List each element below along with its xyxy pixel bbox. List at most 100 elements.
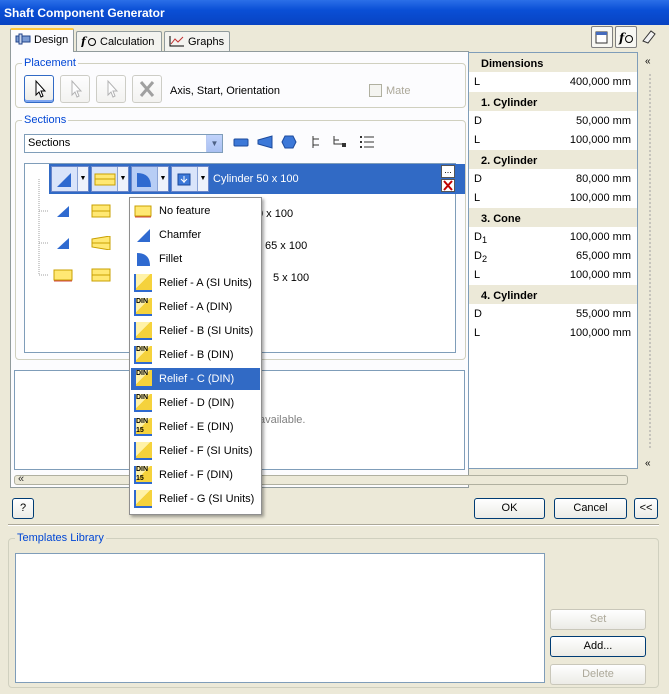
join-section-button[interactable] [330,134,348,152]
add-feature-icon [177,173,191,186]
tab-graphs[interactable]: Graphs [164,31,230,51]
cancel-button[interactable]: Cancel [554,498,627,519]
orientation-button[interactable] [96,75,126,103]
section-row-label: 65 x 100 [265,240,308,252]
menu-item-no-feature[interactable]: No feature [131,200,260,222]
collapse-button[interactable]: << [634,498,658,519]
templates-library-label: Templates Library [15,532,106,544]
section-row-selected[interactable]: ▼ ▼ ▼ ▼ Cylinder 50 x 100 ... [49,164,465,194]
menu-item-relief-b-si[interactable]: Relief - B (SI Units) [131,320,260,342]
insert-cylinder-button[interactable] [232,134,250,152]
polygon-icon [281,135,297,149]
menu-item-relief-e-din[interactable]: DIN 15 Relief - E (DIN) [131,416,260,438]
chamfer-icon [57,173,71,187]
start-edge-feature-dropdown[interactable]: ▼ [51,166,89,192]
chevron-down-icon: ▼ [197,167,208,191]
fillet-icon [137,173,151,187]
section-edit-button[interactable]: ... [441,165,455,178]
split-section-button[interactable] [308,134,326,152]
right-panel-splitter[interactable]: «« [641,52,659,470]
chevron-down-icon: ▼ [77,167,88,191]
templates-list[interactable] [15,553,545,683]
svg-text:f: f [618,31,626,45]
select-arrow-icon [107,79,119,98]
menu-item-relief-f-si[interactable]: Relief - F (SI Units) [131,440,260,462]
insert-cone-button[interactable] [256,134,274,152]
dimension-group-title: 3. Cone [469,208,637,228]
axis-button[interactable] [24,75,54,103]
svg-text:f: f [81,35,88,47]
flip-button[interactable] [132,75,162,103]
sections-label: Sections [22,114,69,126]
cylinder-icon [233,138,249,147]
delete-button[interactable]: Delete [550,664,646,685]
dimension-row: L 400,000 mm [474,76,631,88]
start-button[interactable] [60,75,90,103]
insert-polygon-button[interactable] [280,134,298,152]
relief-d-din-icon: DIN [134,394,152,412]
dimensions-header: Dimensions [469,53,637,73]
properties-button[interactable] [591,26,613,48]
ok-button[interactable]: OK [474,498,545,519]
help-icon: ? [19,502,27,514]
add-button[interactable]: Add... [550,636,646,657]
relief-g-si-icon [134,490,152,508]
chamfer-icon [57,206,69,217]
no-feature-icon [53,269,73,282]
panel-splitter[interactable]: « [14,473,628,485]
feature-dropdown-menu[interactable]: No feature Chamfer Fillet Relief - A (SI… [129,197,262,515]
flip-icon [139,81,155,97]
placement-group: Placement Axis, Start, Orientation Mate [15,57,466,108]
relief-e-din-icon: DIN 15 [134,418,152,436]
chevrons-icon: «« [645,56,651,469]
menu-item-relief-c-din[interactable]: DIN Relief - C (DIN) [131,368,260,390]
design-icon [15,33,31,45]
no-feature-icon [134,205,152,218]
set-button[interactable]: Set [550,609,646,630]
section-feature-dropdown[interactable]: ▼ [91,166,129,192]
dimension-row: L 100,000 mm [474,327,631,339]
menu-item-relief-b-din[interactable]: DIN Relief - B (DIN) [131,344,260,366]
cylinder-section-icon [91,268,111,282]
function-button[interactable]: f [615,26,637,48]
dimension-group-title: 1. Cylinder [469,92,637,112]
dimensions-panel: Dimensions L 400,000 mm 1. Cylinder D 50,… [468,52,638,469]
mate-label: Mate [386,85,411,97]
chevron-down-icon: ▼ [117,167,128,191]
help-button[interactable]: ? [12,498,34,519]
dimension-row: D 50,000 mm [474,115,631,127]
menu-item-relief-g-si[interactable]: Relief - G (SI Units) [131,488,260,510]
chamfer-icon [57,238,69,249]
split-icon [312,136,319,148]
sections-dropdown[interactable]: Sections ▼ [24,134,223,153]
chevron-down-icon: ▼ [157,167,168,191]
menu-item-relief-f-din[interactable]: DIN 15 Relief - F (DIN) [131,464,260,486]
relief-f-si-icon [134,442,152,460]
relief-c-din-icon: DIN [134,370,152,388]
tab-design[interactable]: Design [10,28,74,52]
section-delete-button[interactable] [441,179,455,192]
list-options-button[interactable] [358,134,376,152]
dimension-row: D2 65,000 mm [474,250,631,265]
menu-item-fillet[interactable]: Fillet [131,248,260,270]
properties-icon [595,31,608,44]
section-extra-dropdown[interactable]: ▼ [171,166,209,192]
eraser-button[interactable] [640,28,658,46]
select-arrow-icon [71,79,83,98]
menu-item-chamfer[interactable]: Chamfer [131,224,260,246]
menu-item-relief-a-si[interactable]: Relief - A (SI Units) [131,272,260,294]
templates-library-group: Templates Library Set Add... Delete [8,532,659,688]
placement-description: Axis, Start, Orientation [170,85,281,97]
menu-item-relief-d-din[interactable]: DIN Relief - D (DIN) [131,392,260,414]
section-row-label: Cylinder 50 x 100 [213,173,299,185]
dimension-row: D1 100,000 mm [474,231,631,246]
mate-checkbox[interactable] [369,84,382,97]
tab-calculation[interactable]: f Calculation [76,31,162,51]
select-arrow-icon [35,79,47,98]
dimension-group-title: 2. Cylinder [469,150,637,170]
menu-item-relief-a-din[interactable]: DIN Relief - A (DIN) [131,296,260,318]
cylinder-section-icon [94,173,116,186]
end-edge-feature-dropdown[interactable]: ▼ [131,166,169,192]
window-title-bar[interactable]: Shaft Component Generator [0,0,669,25]
dimension-row: D 55,000 mm [474,308,631,320]
